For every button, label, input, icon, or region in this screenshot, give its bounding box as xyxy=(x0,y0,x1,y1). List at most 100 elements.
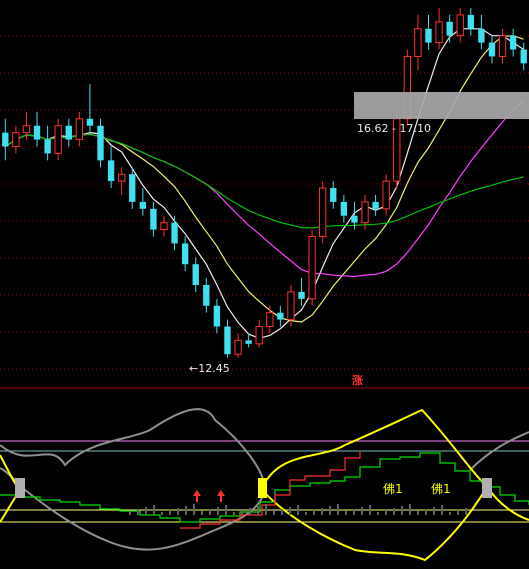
candle-body xyxy=(97,125,104,161)
yellow-marker xyxy=(258,478,267,498)
candle xyxy=(86,84,94,133)
yellow-envelope xyxy=(486,486,529,521)
candle-body xyxy=(54,125,62,154)
grey-envelope xyxy=(0,408,267,551)
candle xyxy=(319,181,327,244)
candle-body xyxy=(33,125,41,140)
candle xyxy=(129,167,136,209)
candle-body xyxy=(171,222,178,244)
grey-marker xyxy=(15,478,25,498)
candle xyxy=(139,188,147,216)
candle xyxy=(498,28,507,64)
candle-body xyxy=(277,312,284,320)
candle-body xyxy=(498,35,507,57)
signal-label-1: 佛1 xyxy=(383,482,403,496)
candle xyxy=(509,28,517,57)
candle xyxy=(213,298,221,334)
candle xyxy=(330,181,337,209)
candle-body xyxy=(86,118,94,126)
candle-body xyxy=(414,28,422,57)
candle xyxy=(478,14,485,50)
candle-body xyxy=(65,125,72,140)
candle-body xyxy=(520,49,527,64)
candle-body xyxy=(266,312,274,328)
candle-body xyxy=(117,173,126,182)
candle-body xyxy=(2,132,9,147)
signal-label-2: 佛1 xyxy=(431,482,451,496)
candle-body xyxy=(245,340,252,344)
candle-body xyxy=(255,326,263,345)
candle-body xyxy=(340,201,348,216)
grey-marker xyxy=(482,478,492,498)
ma10-line xyxy=(4,35,524,323)
candle xyxy=(75,111,84,147)
candle-body xyxy=(213,305,221,327)
candle xyxy=(203,278,210,313)
candle xyxy=(2,118,9,161)
candle-body xyxy=(75,118,84,141)
candle xyxy=(340,194,348,223)
candle-body xyxy=(234,339,242,355)
candle xyxy=(488,35,496,64)
candle xyxy=(160,215,168,237)
candle xyxy=(467,8,474,36)
candle-body xyxy=(488,42,496,57)
candle xyxy=(308,229,316,306)
candle xyxy=(117,167,126,195)
candle-body xyxy=(446,21,453,36)
rise-marker-label: 涨 xyxy=(352,374,363,387)
upper-grid xyxy=(0,35,529,370)
candle xyxy=(446,14,453,43)
candle-body xyxy=(382,180,390,210)
candle-body xyxy=(435,21,443,44)
candle xyxy=(520,42,527,71)
candle-body xyxy=(361,201,369,224)
ma60-line xyxy=(4,133,524,229)
candle-body xyxy=(298,291,305,299)
candle-body xyxy=(467,14,474,29)
candle-body xyxy=(12,132,20,147)
candle xyxy=(456,8,464,43)
candle-body xyxy=(181,243,189,265)
candle xyxy=(54,118,62,161)
candle-body xyxy=(478,28,485,43)
candle xyxy=(181,236,189,272)
candle xyxy=(192,257,199,292)
candle xyxy=(266,305,274,334)
candle xyxy=(97,118,104,168)
low-price-label: ←12.45 xyxy=(189,362,230,375)
candle-body xyxy=(330,188,337,202)
candle xyxy=(435,8,443,50)
red-up-arrow-icon xyxy=(193,490,201,502)
candle xyxy=(107,146,115,189)
candle xyxy=(44,125,51,161)
candle-body xyxy=(44,139,51,154)
candle xyxy=(298,278,305,306)
candle xyxy=(150,201,157,237)
candle xyxy=(234,333,242,358)
candle-body xyxy=(224,326,231,355)
red-up-arrow-icon xyxy=(217,490,225,502)
candle-body xyxy=(129,174,136,202)
candle-body xyxy=(160,222,168,231)
candle xyxy=(12,125,20,154)
candle xyxy=(255,319,263,348)
candle-body xyxy=(425,28,432,43)
candle xyxy=(277,305,284,327)
candle xyxy=(414,14,422,71)
stepped-signal-red xyxy=(180,452,361,529)
candle-body xyxy=(150,208,157,230)
candle-body xyxy=(319,187,327,238)
candle-body xyxy=(509,35,517,50)
candle-body xyxy=(203,284,210,306)
candle xyxy=(372,194,379,216)
candle-body xyxy=(22,125,31,134)
candle-body xyxy=(351,215,358,223)
candle-body xyxy=(192,264,199,285)
candle xyxy=(65,118,72,147)
candle xyxy=(224,319,231,358)
candle-body xyxy=(107,160,115,182)
candle-body xyxy=(456,14,464,37)
candle-body xyxy=(287,291,295,321)
ma20-line xyxy=(4,100,525,278)
